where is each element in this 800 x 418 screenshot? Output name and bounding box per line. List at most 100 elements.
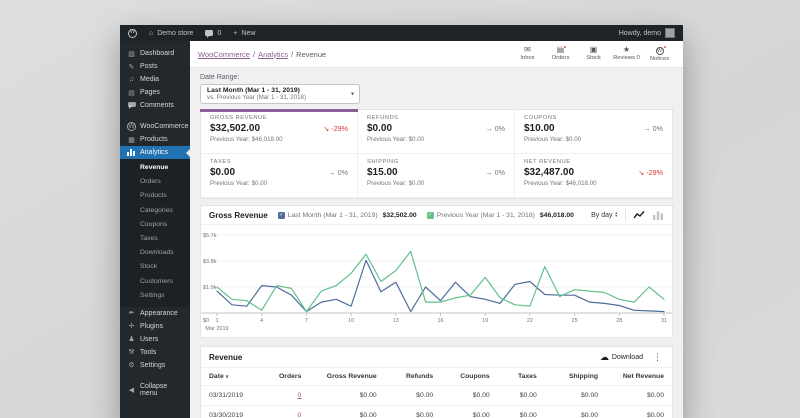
sidebar-item-comments[interactable]: Comments xyxy=(120,99,190,112)
tile-label: Net Revenue xyxy=(524,159,663,165)
svg-text:$0: $0 xyxy=(203,318,209,324)
collapse-menu-button[interactable]: ◀Collapse menu xyxy=(120,384,190,397)
tile-label: Refunds xyxy=(367,115,505,121)
summary-tile-refunds[interactable]: Refunds$0.00→ 0%Previous Year: $0.00 xyxy=(358,110,515,154)
avatar xyxy=(665,28,675,38)
sidebar-item-analytics[interactable]: Analytics xyxy=(120,146,190,159)
column-header-orders[interactable]: Orders xyxy=(267,368,309,386)
date-range-label: Date Range: xyxy=(200,74,673,81)
analytics-icon xyxy=(127,149,136,156)
new-content-menu[interactable]: + New xyxy=(233,30,255,37)
legend-item-previous-year-mar-1-31-2018-[interactable]: Previous Year (Mar 1 - 31, 2018)$46,018.… xyxy=(427,212,574,219)
tile-change: ↘ -29% xyxy=(323,124,348,133)
sidebar-item-appearance[interactable]: ✒Appearance xyxy=(120,307,190,320)
table-header-row: Date ∨OrdersGross RevenueRefundsCouponsT… xyxy=(201,368,672,386)
table-row: 03/31/20190$0.00$0.00$0.00$0.00$0.00$0.0… xyxy=(201,386,672,406)
comments-count: 0 xyxy=(217,30,221,37)
table-row: 03/30/20190$0.00$0.00$0.00$0.00$0.00$0.0… xyxy=(201,406,672,418)
wordpress-logo-menu[interactable]: W xyxy=(128,29,137,38)
revenue-table-panel: Revenue ☁ Download ⋮ Date ∨OrdersGross R… xyxy=(200,346,673,418)
sidebar-item-label: Comments xyxy=(140,102,174,109)
sidebar-item-woocommerce[interactable]: WWooCommerce xyxy=(120,120,190,133)
column-header-taxes[interactable]: Taxes xyxy=(498,368,545,386)
summary-tile-coupons[interactable]: Coupons$10.00→ 0%Previous Year: $0.00 xyxy=(515,110,672,154)
svg-text:1: 1 xyxy=(215,318,218,324)
table-cell: $0.00 xyxy=(606,406,672,418)
activity-tab-stock[interactable]: ▣Stock xyxy=(578,44,609,63)
breadcrumb-woocommerce[interactable]: WooCommerce xyxy=(198,50,250,59)
column-header-coupons[interactable]: Coupons xyxy=(441,368,498,386)
sidebar-item-plugins[interactable]: ✛Plugins xyxy=(120,320,190,333)
orders-count-link[interactable]: 0 xyxy=(298,412,302,418)
table-cell: 03/31/2019 xyxy=(201,386,267,406)
table-cell: $0.00 xyxy=(441,386,498,406)
ellipsis-menu-icon[interactable]: ⋮ xyxy=(651,352,664,363)
sidebar-subitem-orders[interactable]: Orders xyxy=(120,175,190,189)
activity-tab-reviews-0[interactable]: ★Reviews 0 xyxy=(611,44,642,63)
summary-tile-net-revenue[interactable]: Net Revenue$32,487.00↘ -29%Previous Year… xyxy=(515,154,672,198)
download-button[interactable]: ☁ Download xyxy=(600,353,643,362)
sidebar-item-posts[interactable]: ✎Posts xyxy=(120,60,190,73)
sidebar-item-label: Products xyxy=(140,136,168,143)
sidebar-subitem-coupons[interactable]: Coupons xyxy=(120,218,190,232)
column-header-refunds[interactable]: Refunds xyxy=(385,368,442,386)
sidebar-item-media[interactable]: ♫Media xyxy=(120,73,190,86)
tile-label: Gross Revenue xyxy=(210,115,348,121)
chart-legend: Last Month (Mar 1 - 31, 2019)$32,502.00 P… xyxy=(278,212,574,219)
sidebar-subitem-categories[interactable]: Categories xyxy=(120,204,190,218)
table-title: Revenue xyxy=(209,353,242,362)
comments-bubble[interactable]: 0 xyxy=(205,30,221,37)
bar-chart-toggle-icon[interactable] xyxy=(652,210,664,220)
date-range-section: Date Range: Last Month (Mar 1 - 31, 2019… xyxy=(190,68,683,109)
activity-tab-notices[interactable]: WNotices xyxy=(644,44,675,65)
sidebar-item-dashboard[interactable]: ▧Dashboard xyxy=(120,47,190,60)
sidebar-item-label: Media xyxy=(140,76,159,83)
legend-item-last-month-mar-1-31-2019-[interactable]: Last Month (Mar 1 - 31, 2019)$32,502.00 xyxy=(278,212,417,219)
orders-icon: ▤ xyxy=(557,46,565,54)
revenue-line-chart[interactable]: $1.9k$3.8k$5.7k$01471013161922252831Mar … xyxy=(201,225,672,337)
sidebar-subitem-settings[interactable]: Settings xyxy=(120,289,190,303)
breadcrumb-analytics[interactable]: Analytics xyxy=(258,50,288,59)
summary-tile-gross-revenue[interactable]: Gross Revenue$32,502.00↘ -29%Previous Ye… xyxy=(201,110,358,154)
svg-text:25: 25 xyxy=(572,318,578,324)
sidebar-item-tools[interactable]: ⚒Tools xyxy=(120,346,190,359)
activity-panel: ✉Inbox▤Orders▣Stock★Reviews 0WNotices xyxy=(512,44,675,65)
activity-tab-inbox[interactable]: ✉Inbox xyxy=(512,44,543,63)
cloud-download-icon: ☁ xyxy=(600,353,609,362)
interval-select[interactable]: By day ▲▼ xyxy=(591,212,618,219)
sidebar-subitem-taxes[interactable]: Taxes xyxy=(120,232,190,246)
svg-text:19: 19 xyxy=(482,318,488,324)
tile-previous-value: Previous Year: $46,018.00 xyxy=(524,180,663,187)
line-chart-toggle-icon[interactable] xyxy=(633,210,645,220)
svg-text:Mar 2019: Mar 2019 xyxy=(205,326,228,332)
sidebar-subitem-downloads[interactable]: Downloads xyxy=(120,246,190,260)
table-cell: $0.00 xyxy=(309,386,384,406)
tile-previous-value: Previous Year: $46,018.00 xyxy=(210,136,348,143)
tile-value: $0.00 xyxy=(210,167,235,178)
summary-tile-taxes[interactable]: Taxes$0.00→ 0%Previous Year: $0.00 xyxy=(201,154,358,198)
pages-icon: ▤ xyxy=(127,89,136,97)
my-account-menu[interactable]: Howdy, demo xyxy=(619,28,675,38)
column-header-gross-revenue[interactable]: Gross Revenue xyxy=(309,368,384,386)
revenue-table: Date ∨OrdersGross RevenueRefundsCouponsT… xyxy=(201,368,672,418)
activity-tab-orders[interactable]: ▤Orders xyxy=(545,44,576,63)
orders-count-link[interactable]: 0 xyxy=(298,392,302,399)
tile-value: $32,487.00 xyxy=(524,167,574,178)
site-name-link[interactable]: ⌂ Demo store xyxy=(149,30,193,37)
sidebar-item-settings[interactable]: ⚙Settings xyxy=(120,359,190,372)
sidebar-subitem-customers[interactable]: Customers xyxy=(120,275,190,289)
date-range-dropdown[interactable]: Last Month (Mar 1 - 31, 2019) vs. Previo… xyxy=(200,84,360,104)
summary-tile-shipping[interactable]: Shipping$15.00→ 0%Previous Year: $0.00 xyxy=(358,154,515,198)
column-header-date[interactable]: Date ∨ xyxy=(201,368,267,386)
sidebar-subitem-revenue[interactable]: Revenue xyxy=(120,161,190,175)
table-cell: $0.00 xyxy=(441,406,498,418)
column-header-shipping[interactable]: Shipping xyxy=(545,368,606,386)
sidebar-subitem-products[interactable]: Products xyxy=(120,189,190,203)
sidebar-item-pages[interactable]: ▤Pages xyxy=(120,86,190,99)
sidebar-item-users[interactable]: ♟Users xyxy=(120,333,190,346)
sidebar-item-products[interactable]: ▦Products xyxy=(120,133,190,146)
svg-text:$3.8k: $3.8k xyxy=(203,259,217,265)
sidebar-subitem-stock[interactable]: Stock xyxy=(120,260,190,274)
dashboard-icon: ▧ xyxy=(127,50,136,58)
column-header-net-revenue[interactable]: Net Revenue xyxy=(606,368,672,386)
